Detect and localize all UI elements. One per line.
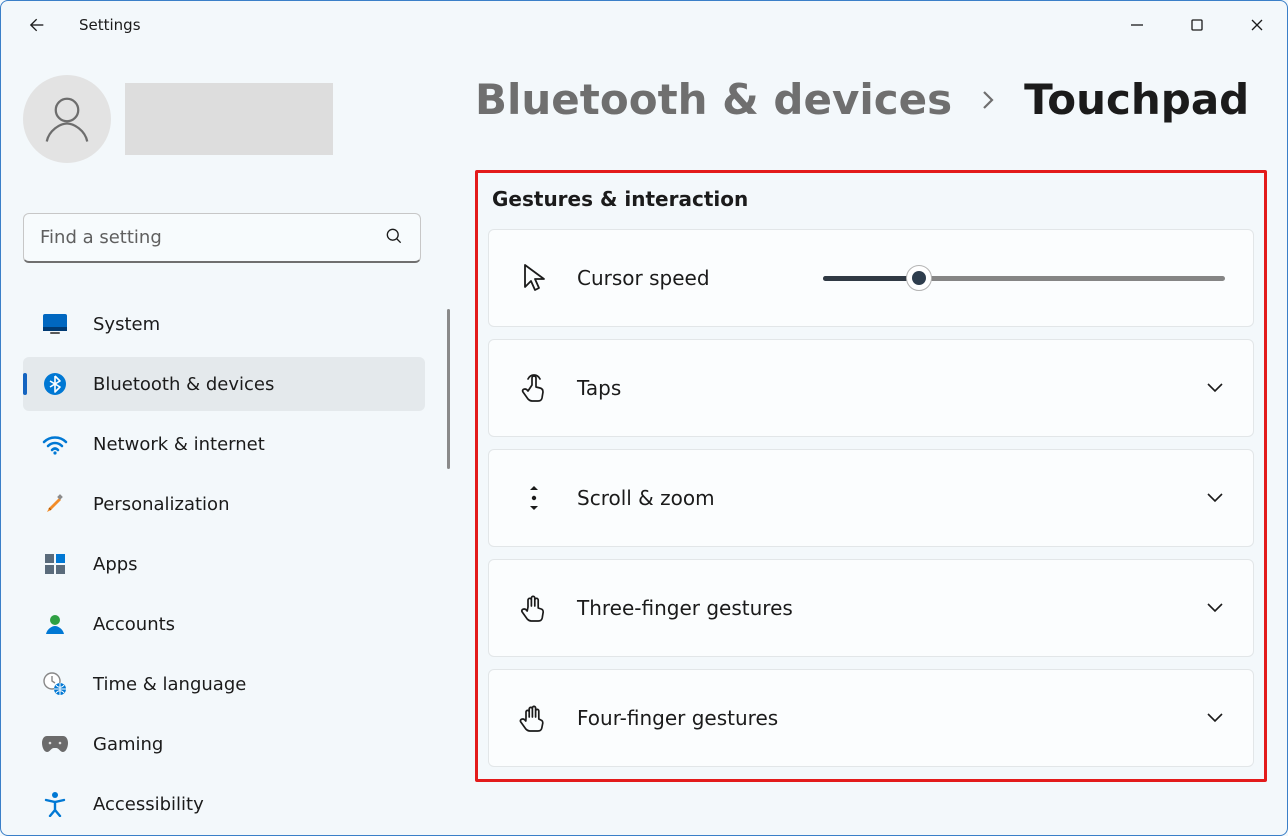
row-three-finger[interactable]: Three-finger gestures [488,559,1254,657]
slider-track [823,276,1225,281]
hand-icon [517,591,551,625]
sidebar-item-bluetooth[interactable]: Bluetooth & devices [23,357,425,411]
sidebar-item-label: Accessibility [93,794,204,815]
slider-thumb[interactable] [906,265,932,291]
sidebar-item-network[interactable]: Network & internet [23,417,425,471]
chevron-down-icon [1205,599,1225,618]
minimize-button[interactable] [1107,1,1167,49]
sidebar-item-gaming[interactable]: Gaming [23,717,425,771]
cursor-speed-slider[interactable] [823,264,1225,292]
system-icon [41,310,69,338]
close-button[interactable] [1227,1,1287,49]
sidebar-item-personalization[interactable]: Personalization [23,477,425,531]
sidebar-item-label: System [93,314,160,335]
search-box[interactable] [23,213,421,263]
sidebar-item-label: Gaming [93,734,163,755]
tap-icon [517,371,551,405]
sidebar-item-label: Accounts [93,614,175,635]
breadcrumb: Bluetooth & devices Touchpad [475,75,1267,124]
sidebar-item-apps[interactable]: Apps [23,537,425,591]
sidebar-item-label: Bluetooth & devices [93,374,274,395]
bluetooth-icon [41,370,69,398]
section-title: Gestures & interaction [488,187,1254,211]
hand-icon [517,701,551,735]
accessibility-icon [41,790,69,818]
row-taps[interactable]: Taps [488,339,1254,437]
sidebar-item-label: Apps [93,554,138,575]
clock-globe-icon [41,670,69,698]
row-label: Taps [577,376,621,400]
profile-block[interactable] [23,69,431,169]
breadcrumb-parent[interactable]: Bluetooth & devices [475,75,952,124]
accounts-icon [41,610,69,638]
scroll-icon [517,481,551,515]
search-icon [384,226,404,250]
row-label: Four-finger gestures [577,706,778,730]
titlebar: Settings [1,1,1287,49]
sidebar-item-label: Personalization [93,494,229,515]
slider-fill [823,276,919,281]
cursor-icon [517,261,551,295]
chevron-down-icon [1205,379,1225,398]
sidebar-item-accounts[interactable]: Accounts [23,597,425,651]
sidebar-item-system[interactable]: System [23,297,425,351]
breadcrumb-current: Touchpad [1024,75,1249,124]
apps-icon [41,550,69,578]
wifi-icon [41,430,69,458]
sidebar-item-time[interactable]: Time & language [23,657,425,711]
gamepad-icon [41,730,69,758]
gestures-section-highlight: Gestures & interaction Cursor speed Taps [475,170,1267,782]
row-label: Scroll & zoom [577,486,715,510]
window-controls [1107,1,1287,49]
main-content: Bluetooth & devices Touchpad Gestures & … [475,75,1267,782]
nav: System Bluetooth & devices Network & int… [23,297,431,831]
left-column: System Bluetooth & devices Network & int… [23,69,431,831]
row-scroll-zoom[interactable]: Scroll & zoom [488,449,1254,547]
sidebar-item-label: Network & internet [93,434,265,455]
profile-name-placeholder [125,83,333,155]
search-input[interactable] [40,227,384,248]
sidebar-item-label: Time & language [93,674,246,695]
chevron-down-icon [1205,709,1225,728]
row-cursor-speed: Cursor speed [488,229,1254,327]
back-button[interactable] [17,7,53,43]
chevron-down-icon [1205,489,1225,508]
row-label: Cursor speed [577,266,710,290]
app-title: Settings [79,16,141,34]
avatar [23,75,111,163]
sidebar-item-accessibility[interactable]: Accessibility [23,777,425,831]
maximize-button[interactable] [1167,1,1227,49]
row-four-finger[interactable]: Four-finger gestures [488,669,1254,767]
row-label: Three-finger gestures [577,596,793,620]
chevron-right-icon [978,86,998,121]
paintbrush-icon [41,490,69,518]
nav-scrollbar[interactable] [447,309,450,469]
